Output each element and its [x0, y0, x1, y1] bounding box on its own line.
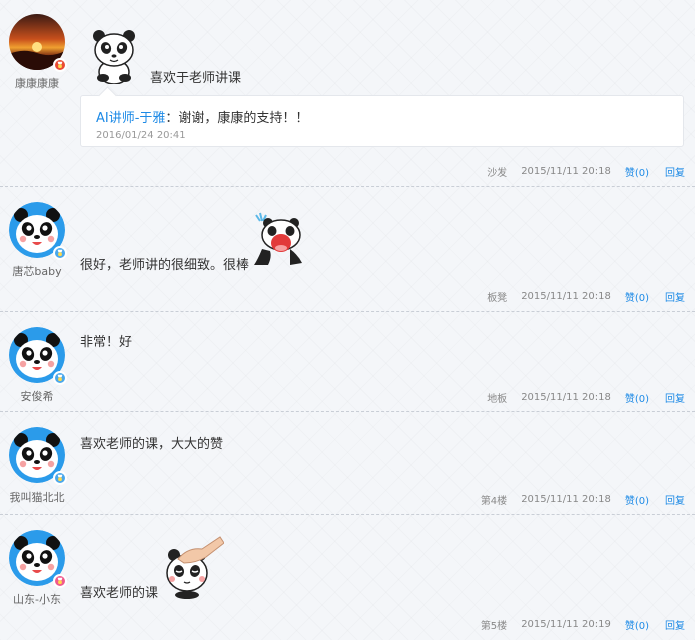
reply-button[interactable]: 回复 [665, 164, 685, 179]
like-button[interactable]: 赞(0) [625, 492, 649, 507]
medal-icon [53, 471, 67, 485]
comment-text: 喜欢于老师讲课 [150, 71, 242, 86]
comment-meta: 沙发 2015/11/11 20:18 赞(0) 回复 [487, 164, 685, 179]
comment-item-2: 唐芯baby 很好，老师讲的很细致。很棒 板凳 2015/11/11 20:18… [0, 187, 695, 311]
laughing-panda-sticker-icon [250, 209, 306, 270]
comment-item-1: 康康康康 喜欢于老师讲课 AI讲师-于雅：谢谢，康康的支持！！ 2016/01/… [0, 0, 695, 186]
comment-item-4: 我叫猫北北 喜欢老师的课，大大的赞 第4楼 2015/11/11 20:18 赞… [0, 412, 695, 514]
reply-author-link[interactable]: AI讲师-于雅 [96, 111, 165, 126]
medal-icon [53, 246, 67, 260]
comment-timestamp: 2015/11/11 20:18 [521, 392, 611, 403]
floor-label: 第4楼 [480, 496, 508, 507]
username[interactable]: 我叫猫北北 [0, 489, 74, 505]
avatar[interactable] [9, 14, 67, 72]
username[interactable]: 唐芯baby [0, 263, 74, 279]
avatar[interactable] [9, 427, 67, 485]
floor-label: 沙发 [487, 168, 508, 179]
panda-sticker-icon [90, 28, 138, 87]
floor-label: 第5楼 [480, 621, 508, 632]
comment-meta: 第4楼 2015/11/11 20:18 赞(0) 回复 [481, 492, 685, 507]
reply-button[interactable]: 回复 [665, 492, 685, 507]
like-button[interactable]: 赞(0) [625, 289, 649, 304]
username[interactable]: 安俊希 [0, 388, 74, 404]
reply-button[interactable]: 回复 [665, 390, 685, 405]
comment-text: 喜欢老师的课 [80, 586, 159, 601]
comment-timestamp: 2015/11/11 20:19 [521, 619, 611, 630]
avatar[interactable] [9, 530, 67, 588]
like-button[interactable]: 赞(0) [625, 164, 649, 179]
comment-timestamp: 2015/11/11 20:18 [521, 494, 611, 505]
comment-item-5: 山东-小东 喜欢老师的课 第5楼 2015/11/11 20:19 赞(0) 回… [0, 515, 695, 640]
like-button[interactable]: 赞(0) [625, 390, 649, 405]
comment-meta: 地板 2015/11/11 20:18 赞(0) 回复 [487, 390, 685, 405]
reply-button[interactable]: 回复 [665, 289, 685, 304]
floor-label: 地板 [487, 394, 508, 405]
reply-text: ：谢谢，康康的支持！！ [165, 111, 309, 126]
like-button[interactable]: 赞(0) [625, 617, 649, 632]
reply-button[interactable]: 回复 [665, 617, 685, 632]
comment-text: 很好，老师讲的很细致。很棒 [80, 258, 250, 273]
comment-timestamp: 2015/11/11 20:18 [521, 166, 611, 177]
floor-label: 板凳 [487, 293, 508, 304]
comment-text: 非常！好 [80, 335, 133, 350]
reply-line: AI讲师-于雅：谢谢，康康的支持！！ [96, 107, 308, 126]
medal-icon [53, 371, 67, 385]
username[interactable]: 康康康康 [0, 75, 74, 91]
comment-meta: 第5楼 2015/11/11 20:19 赞(0) 回复 [481, 617, 685, 632]
reply-box: AI讲师-于雅：谢谢，康康的支持！！ 2016/01/24 20:41 [80, 95, 684, 147]
comment-item-3: 安俊希 非常！好 地板 2015/11/11 20:18 赞(0) 回复 [0, 312, 695, 411]
reply-timestamp: 2016/01/24 20:41 [96, 130, 186, 141]
medal-icon [53, 574, 67, 588]
username[interactable]: 山东-小东 [0, 591, 74, 607]
avatar[interactable] [9, 327, 67, 385]
comment-timestamp: 2015/11/11 20:18 [521, 291, 611, 302]
comment-meta: 板凳 2015/11/11 20:18 赞(0) 回复 [487, 289, 685, 304]
medal-icon [53, 58, 67, 72]
avatar[interactable] [9, 202, 67, 260]
head-pat-panda-sticker-icon [162, 535, 225, 602]
comment-text: 喜欢老师的课，大大的赞 [80, 437, 224, 452]
